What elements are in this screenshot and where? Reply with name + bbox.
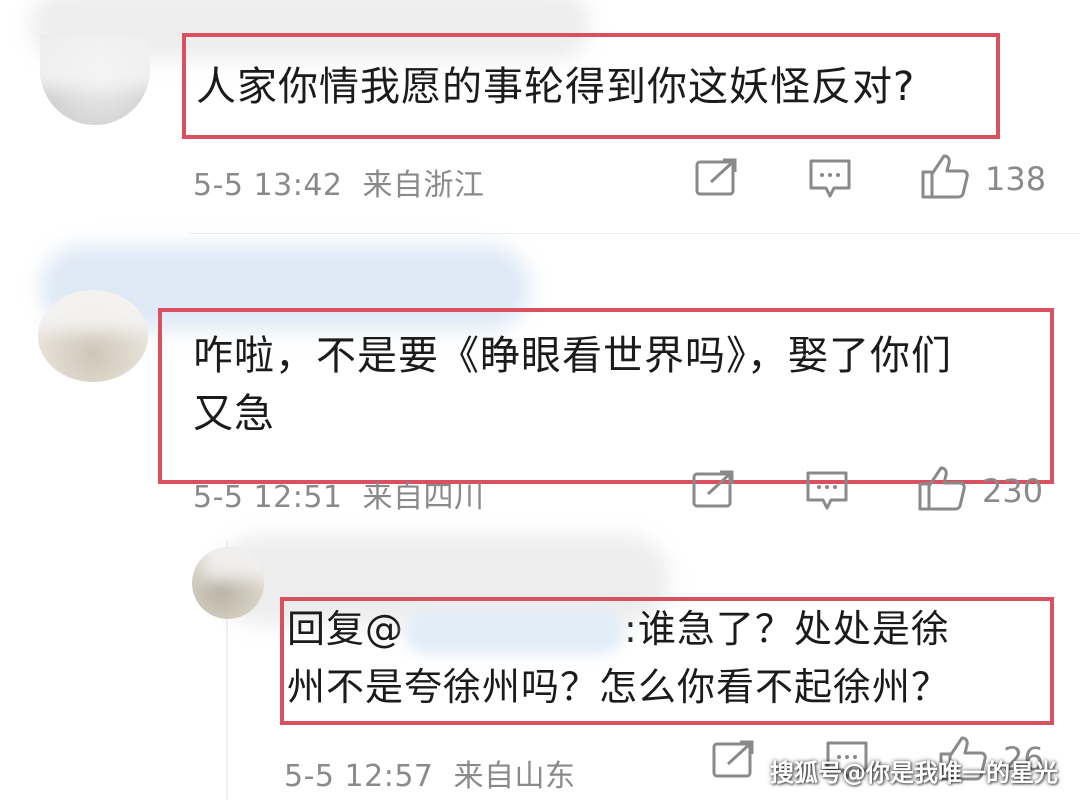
comment-timestamp: 5-5 12:57 来自山东 xyxy=(284,759,576,794)
thumbs-up-icon[interactable] xyxy=(917,464,967,512)
avatar[interactable] xyxy=(38,290,148,382)
reply-prefix: 回复@ xyxy=(287,607,405,651)
comment-2: 咋啦，不是要《睁眼看世界吗》，娶了你们 又急 5-5 12:51 来自四川 23… xyxy=(0,235,1080,535)
reply-text: 回复@:谁急了？处处是徐 州不是夸徐州吗？怎么你看不起徐州？ xyxy=(287,607,951,709)
share-icon[interactable] xyxy=(692,470,736,510)
like-count: 138 xyxy=(985,160,1047,198)
comment-icon[interactable] xyxy=(808,158,852,200)
avatar[interactable] xyxy=(40,35,150,125)
share-icon[interactable] xyxy=(695,158,739,198)
comment-timestamp: 5-5 12:51 来自四川 xyxy=(193,480,485,515)
comment-icon[interactable] xyxy=(805,470,849,512)
avatar[interactable] xyxy=(192,547,264,619)
like-count: 230 xyxy=(982,472,1044,510)
comment-location: 来自山东 xyxy=(453,759,576,794)
watermark: 搜狐号@你是我唯一的星光 xyxy=(770,759,1058,787)
comment-text: 咋啦，不是要《睁眼看世界吗》，娶了你们 又急 xyxy=(193,333,952,437)
comment-location: 来自四川 xyxy=(362,480,485,515)
comment-1: 人家你情我愿的事轮得到你这妖怪反对? 5-5 13:42 来自浙江 138 xyxy=(0,0,1080,235)
comment-text: 人家你情我愿的事轮得到你这妖怪反对? xyxy=(196,64,916,110)
comment-timestamp: 5-5 13:42 来自浙江 xyxy=(193,168,485,203)
share-icon[interactable] xyxy=(712,740,756,780)
mention-redacted[interactable] xyxy=(404,609,625,654)
thumbs-up-icon[interactable] xyxy=(920,152,970,200)
comment-location: 来自浙江 xyxy=(362,168,485,203)
divider xyxy=(190,233,1080,234)
